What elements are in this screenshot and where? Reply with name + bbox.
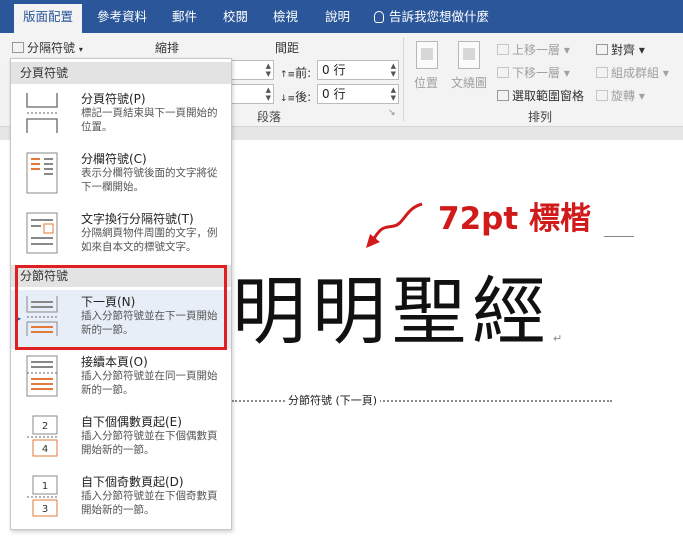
spin-arrows-icon[interactable]: ▲ ▼ [266,86,271,102]
tell-me-text: 告訴我您想做什麼 [389,9,490,24]
ribbon-tab-bar: 版面配置 參考資料 郵件 校閱 檢視 說明 告訴我您想做什麼 [0,0,683,33]
svg-text:2: 2 [42,421,48,432]
tab-help[interactable]: 說明 [316,6,359,33]
space-after-icon: ↓≡ [280,94,296,104]
menu-item-desc: 分隔網頁物件周圍的文字，例如來自本文的標號文字。 [81,227,218,253]
even-page-break-icon: 2 4 [27,415,58,457]
indent-left-field[interactable]: ▲ ▼ [232,60,274,80]
selection-pane-button[interactable]: 選取範圍窗格 [497,87,584,104]
section-break-label: 分節符號 (下一頁) [285,392,381,408]
indent-right-field[interactable]: ▲ ▼ [232,84,274,104]
position-button[interactable]: 位置 [414,74,438,91]
page-break-icon [26,93,58,133]
paragraph-group-label: 段落 [257,110,282,124]
group-icon [596,67,608,78]
spacing-label: 間距 [275,41,300,55]
svg-text:1: 1 [42,481,48,492]
bring-forward-button[interactable]: 上移一層 ▾ [497,41,570,58]
red-arrow-icon [366,202,423,248]
selection-pane-icon [497,90,509,101]
paragraph-mark: ↵ [553,332,563,345]
document-heading-text[interactable]: 明明聖經 [232,269,552,355]
annotation-text: 72pt 標楷 [438,201,591,237]
indent-label: 縮排 [155,41,180,55]
text-wrapping-break-icon [26,212,58,254]
menu-item-continuous[interactable]: 接續本頁(O) 插入分節符號並在同一頁開始新的一節。 [11,350,231,409]
group-button[interactable]: 組成群組 ▾ [596,64,669,81]
menu-item-desc: 插入分節符號並在同一頁開始新的一節。 [81,370,218,396]
menu-item-column-break[interactable]: 分欄符號(C) 表示分欄符號後面的文字將從下一欄開始。 [11,147,231,206]
menu-item-title: 分頁符號(P) [81,92,146,106]
spin-arrows-icon[interactable]: ▲ ▼ [391,86,396,102]
svg-text:4: 4 [42,444,48,455]
space-before-field[interactable]: 0 行 ▲ ▼ [317,60,399,80]
menu-item-odd-page[interactable]: 1 3 自下個奇數頁起(D) 插入分節符號並在下個奇數頁開始新的一節。 [11,470,231,529]
rotate-icon [596,90,608,101]
space-after-field[interactable]: 0 行 ▲ ▼ [317,84,399,104]
rotate-button[interactable]: 旋轉 ▾ [596,87,645,104]
align-button[interactable]: 對齊 ▾ [596,41,645,58]
tab-mailings[interactable]: 郵件 [163,6,206,33]
space-before-icon: ↑≡ [280,70,296,80]
breaks-label: 分隔符號 [27,41,76,55]
continuous-break-icon [26,355,58,397]
space-before-label: ↑≡前: [280,66,312,80]
lightbulb-icon [374,11,384,23]
spin-arrows-icon[interactable]: ▲ ▼ [266,62,271,78]
menu-item-page-break[interactable]: 分頁符號(P) 標記一頁結束與下一頁開始的位置。 [11,87,231,146]
tab-layout[interactable]: 版面配置 [14,4,83,33]
highlight-box [15,265,227,350]
tab-references[interactable]: 參考資料 [88,6,156,33]
divider [403,37,404,121]
menu-item-title: 分欄符號(C) [81,152,147,166]
send-backward-button[interactable]: 下移一層 ▾ [497,64,570,81]
page-breaks-header: 分頁符號 [11,62,231,84]
send-backward-icon [497,67,509,78]
wrap-text-button[interactable]: 文繞圖 [451,74,487,91]
menu-item-desc: 表示分欄符號後面的文字將從下一欄開始。 [81,167,218,193]
annotation-underline [604,236,634,237]
menu-item-even-page[interactable]: 2 4 自下個偶數頁起(E) 插入分節符號並在下個偶數頁開始新的一節。 [11,410,231,469]
wrap-text-icon[interactable] [458,41,480,69]
menu-item-desc: 標記一頁結束與下一頁開始的位置。 [81,107,218,133]
odd-page-break-icon: 1 3 [27,475,58,517]
tab-review[interactable]: 校閱 [214,6,257,33]
tab-view[interactable]: 檢視 [264,6,307,33]
bring-forward-icon [497,44,509,55]
menu-item-title: 自下個奇數頁起(D) [81,475,184,489]
menu-item-text-wrapping-break[interactable]: 文字換行分隔符號(T) 分隔網頁物件周圍的文字，例如來自本文的標號文字。 [11,207,231,266]
breaks-button[interactable]: 分隔符號 ▾ [12,39,83,56]
align-icon [596,44,608,55]
arrange-group-label: 排列 [528,110,553,124]
space-after-label: ↓≡後: [280,90,312,104]
menu-item-title: 文字換行分隔符號(T) [81,212,194,226]
position-icon[interactable] [416,41,438,69]
menu-item-title: 自下個偶數頁起(E) [81,415,182,429]
spin-arrows-icon[interactable]: ▲ ▼ [391,62,396,78]
menu-item-desc: 插入分節符號並在下個偶數頁開始新的一節。 [81,430,218,456]
menu-item-title: 接續本頁(O) [81,355,148,369]
tell-me-box[interactable]: 告訴我您想做什麼 [374,6,489,28]
column-break-icon [26,152,58,194]
dialog-launcher-icon[interactable]: ↘ [388,108,396,118]
chevron-down-icon: ▾ [78,45,83,54]
svg-text:3: 3 [42,504,48,515]
breaks-icon [12,42,24,53]
menu-item-desc: 插入分節符號並在下個奇數頁開始新的一節。 [81,490,218,516]
